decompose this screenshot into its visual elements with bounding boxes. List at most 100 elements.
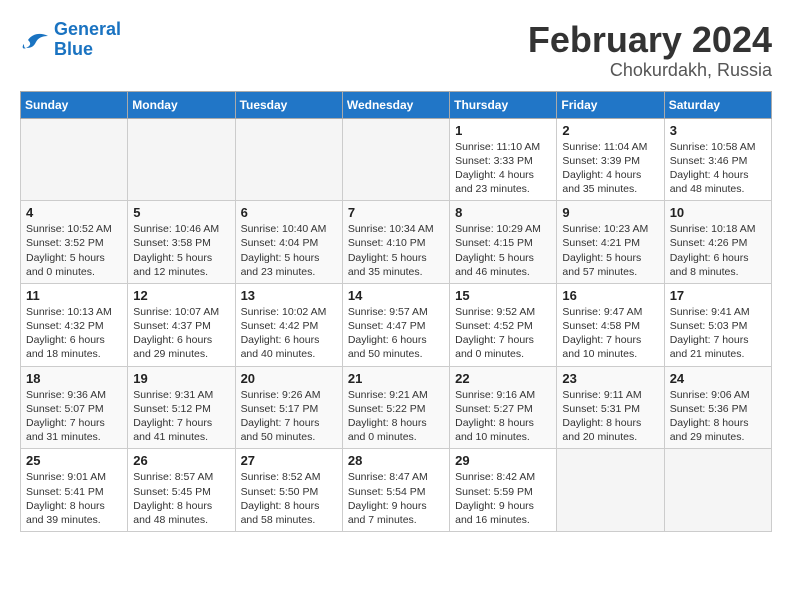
day-number: 11 [26,288,122,303]
day-info: Sunrise: 9:16 AM Sunset: 5:27 PM Dayligh… [455,388,551,445]
day-info: Sunrise: 11:10 AM Sunset: 3:33 PM Daylig… [455,140,551,197]
day-number: 16 [562,288,658,303]
calendar-cell: 26 Sunrise: 8:57 AM Sunset: 5:45 PM Dayli… [128,449,235,532]
weekday-header-wednesday: Wednesday [342,91,449,118]
calendar-cell: 12 Sunrise: 10:07 AM Sunset: 4:37 PM Dayl… [128,283,235,366]
logo-text: General Blue [54,20,121,60]
day-number: 29 [455,453,551,468]
calendar-cell [235,118,342,201]
day-info: Sunrise: 9:26 AM Sunset: 5:17 PM Dayligh… [241,388,337,445]
day-number: 5 [133,205,229,220]
calendar-week-3: 11 Sunrise: 10:13 AM Sunset: 4:32 PM Dayl… [21,283,772,366]
day-info: Sunrise: 9:11 AM Sunset: 5:31 PM Dayligh… [562,388,658,445]
day-number: 4 [26,205,122,220]
day-number: 15 [455,288,551,303]
calendar-cell: 2 Sunrise: 11:04 AM Sunset: 3:39 PM Dayli… [557,118,664,201]
day-number: 9 [562,205,658,220]
weekday-header-thursday: Thursday [450,91,557,118]
weekday-header-monday: Monday [128,91,235,118]
calendar-cell: 13 Sunrise: 10:02 AM Sunset: 4:42 PM Dayl… [235,283,342,366]
day-number: 13 [241,288,337,303]
day-number: 28 [348,453,444,468]
day-number: 20 [241,371,337,386]
logo: General Blue [20,20,121,60]
calendar-week-2: 4 Sunrise: 10:52 AM Sunset: 3:52 PM Dayli… [21,201,772,284]
calendar-cell: 21 Sunrise: 9:21 AM Sunset: 5:22 PM Dayli… [342,366,449,449]
day-info: Sunrise: 9:31 AM Sunset: 5:12 PM Dayligh… [133,388,229,445]
title-area: February 2024 Chokurdakh, Russia [528,20,772,81]
calendar-cell: 15 Sunrise: 9:52 AM Sunset: 4:52 PM Dayli… [450,283,557,366]
day-info: Sunrise: 10:18 AM Sunset: 4:26 PM Daylig… [670,222,766,279]
day-number: 24 [670,371,766,386]
calendar-cell: 29 Sunrise: 8:42 AM Sunset: 5:59 PM Dayli… [450,449,557,532]
calendar-cell: 27 Sunrise: 8:52 AM Sunset: 5:50 PM Dayli… [235,449,342,532]
day-info: Sunrise: 9:01 AM Sunset: 5:41 PM Dayligh… [26,470,122,527]
calendar-cell: 9Sunrise: 10:23 AM Sunset: 4:21 PM Dayli… [557,201,664,284]
day-info: Sunrise: 10:13 AM Sunset: 4:32 PM Daylig… [26,305,122,362]
day-info: Sunrise: 9:21 AM Sunset: 5:22 PM Dayligh… [348,388,444,445]
day-info: Sunrise: 9:52 AM Sunset: 4:52 PM Dayligh… [455,305,551,362]
calendar-cell: 19 Sunrise: 9:31 AM Sunset: 5:12 PM Dayli… [128,366,235,449]
calendar-cell: 23 Sunrise: 9:11 AM Sunset: 5:31 PM Dayli… [557,366,664,449]
month-title: February 2024 [528,20,772,60]
calendar-cell: 25 Sunrise: 9:01 AM Sunset: 5:41 PM Dayli… [21,449,128,532]
day-info: Sunrise: 11:04 AM Sunset: 3:39 PM Daylig… [562,140,658,197]
day-number: 8 [455,205,551,220]
day-number: 21 [348,371,444,386]
calendar-table: SundayMondayTuesdayWednesdayThursdayFrid… [20,91,772,532]
calendar-cell: 28Sunrise: 8:47 AM Sunset: 5:54 PM Dayli… [342,449,449,532]
calendar-cell: 17 Sunrise: 9:41 AM Sunset: 5:03 PM Dayli… [664,283,771,366]
day-number: 17 [670,288,766,303]
day-info: Sunrise: 8:52 AM Sunset: 5:50 PM Dayligh… [241,470,337,527]
calendar-cell: 24 Sunrise: 9:06 AM Sunset: 5:36 PM Dayli… [664,366,771,449]
day-number: 7 [348,205,444,220]
calendar-cell: 18Sunrise: 9:36 AM Sunset: 5:07 PM Dayli… [21,366,128,449]
calendar-week-5: 25 Sunrise: 9:01 AM Sunset: 5:41 PM Dayli… [21,449,772,532]
calendar-cell: 14 Sunrise: 9:57 AM Sunset: 4:47 PM Dayli… [342,283,449,366]
day-info: Sunrise: 10:52 AM Sunset: 3:52 PM Daylig… [26,222,122,279]
calendar-cell [557,449,664,532]
day-info: Sunrise: 8:42 AM Sunset: 5:59 PM Dayligh… [455,470,551,527]
calendar-cell [128,118,235,201]
calendar-cell: 5 Sunrise: 10:46 AM Sunset: 3:58 PM Dayli… [128,201,235,284]
calendar-cell: 22 Sunrise: 9:16 AM Sunset: 5:27 PM Dayli… [450,366,557,449]
day-number: 2 [562,123,658,138]
calendar-cell [664,449,771,532]
day-number: 23 [562,371,658,386]
day-number: 12 [133,288,229,303]
day-number: 27 [241,453,337,468]
calendar-cell: 20 Sunrise: 9:26 AM Sunset: 5:17 PM Dayli… [235,366,342,449]
calendar-cell: 8 Sunrise: 10:29 AM Sunset: 4:15 PM Dayli… [450,201,557,284]
day-info: Sunrise: 10:29 AM Sunset: 4:15 PM Daylig… [455,222,551,279]
calendar-cell: 11 Sunrise: 10:13 AM Sunset: 4:32 PM Dayl… [21,283,128,366]
calendar-cell: 6Sunrise: 10:40 AM Sunset: 4:04 PM Dayli… [235,201,342,284]
day-number: 10 [670,205,766,220]
day-info: Sunrise: 8:57 AM Sunset: 5:45 PM Dayligh… [133,470,229,527]
calendar-cell: 4 Sunrise: 10:52 AM Sunset: 3:52 PM Dayli… [21,201,128,284]
day-info: Sunrise: 9:06 AM Sunset: 5:36 PM Dayligh… [670,388,766,445]
header: General Blue February 2024 Chokurdakh, R… [20,20,772,81]
day-info: Sunrise: 10:07 AM Sunset: 4:37 PM Daylig… [133,305,229,362]
day-number: 14 [348,288,444,303]
day-number: 26 [133,453,229,468]
location-title: Chokurdakh, Russia [528,60,772,81]
day-info: Sunrise: 9:57 AM Sunset: 4:47 PM Dayligh… [348,305,444,362]
day-number: 25 [26,453,122,468]
day-number: 3 [670,123,766,138]
day-info: Sunrise: 9:47 AM Sunset: 4:58 PM Dayligh… [562,305,658,362]
calendar-cell: 16 Sunrise: 9:47 AM Sunset: 4:58 PM Dayli… [557,283,664,366]
logo-icon [20,26,50,54]
calendar-cell [342,118,449,201]
day-info: Sunrise: 10:40 AM Sunset: 4:04 PM Daylig… [241,222,337,279]
calendar-week-1: 1Sunrise: 11:10 AM Sunset: 3:33 PM Dayli… [21,118,772,201]
calendar-cell [21,118,128,201]
day-info: Sunrise: 10:02 AM Sunset: 4:42 PM Daylig… [241,305,337,362]
day-info: Sunrise: 10:34 AM Sunset: 4:10 PM Daylig… [348,222,444,279]
day-number: 19 [133,371,229,386]
weekday-header-tuesday: Tuesday [235,91,342,118]
day-info: Sunrise: 9:36 AM Sunset: 5:07 PM Dayligh… [26,388,122,445]
day-info: Sunrise: 10:46 AM Sunset: 3:58 PM Daylig… [133,222,229,279]
weekday-header-friday: Friday [557,91,664,118]
day-info: Sunrise: 9:41 AM Sunset: 5:03 PM Dayligh… [670,305,766,362]
day-number: 22 [455,371,551,386]
